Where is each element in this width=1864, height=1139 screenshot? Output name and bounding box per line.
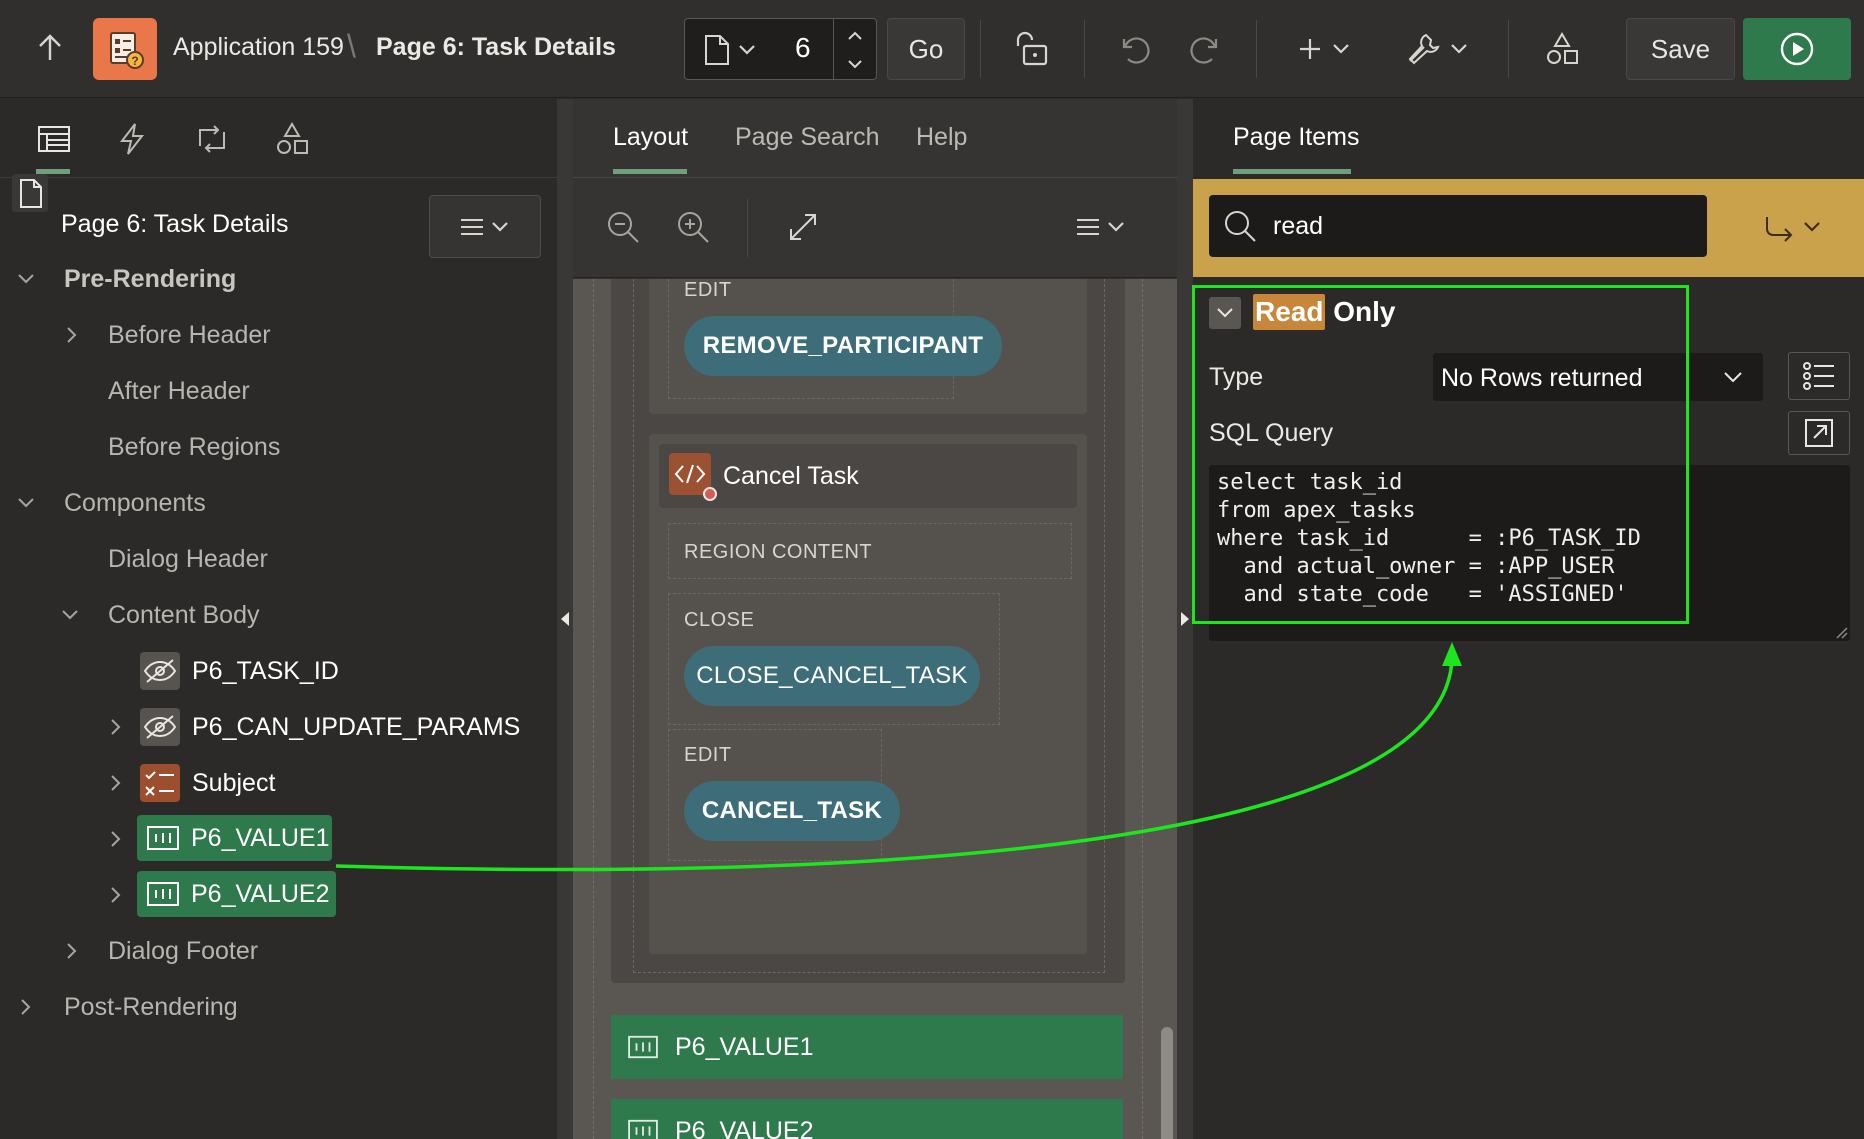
annotation-arrow: [335, 642, 1462, 872]
